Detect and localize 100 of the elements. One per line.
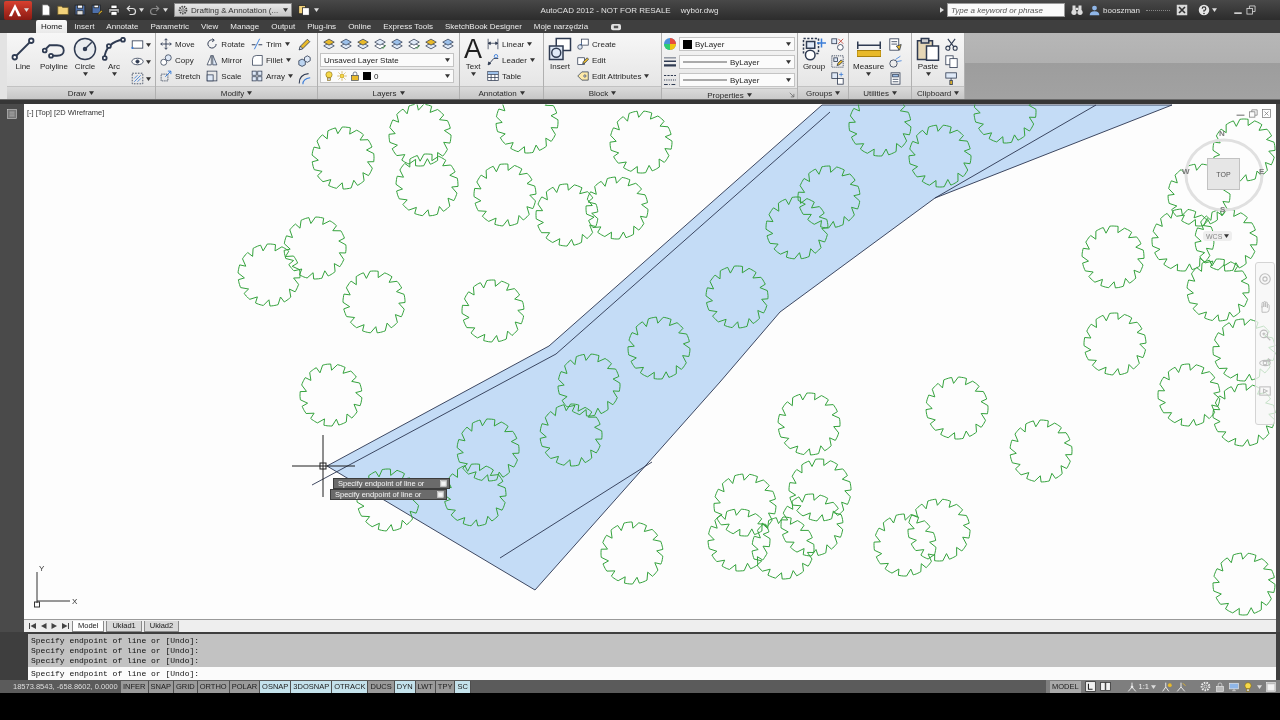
help-icon[interactable] <box>1198 4 1210 16</box>
panel-title-bar[interactable]: Annotation <box>460 86 543 99</box>
corner-arrow-icon[interactable] <box>789 92 795 98</box>
layer-stack-icon[interactable] <box>425 37 437 50</box>
search-field[interactable]: Type a keyword or phrase <box>947 3 1066 17</box>
linetype-dropdown[interactable]: ByLayer <box>679 73 795 87</box>
tool-button[interactable]: Arc <box>100 36 128 77</box>
ribbon-tab[interactable]: Output <box>266 20 301 33</box>
ribbon-tab[interactable]: Insert <box>69 20 100 33</box>
restore-icon[interactable] <box>1246 5 1256 15</box>
dashed-lines-icon[interactable] <box>664 74 676 86</box>
caret-right-icon[interactable] <box>940 7 945 13</box>
last-icon[interactable] <box>61 622 70 630</box>
user-name[interactable]: booszman <box>1103 5 1140 15</box>
caret-icon[interactable] <box>1212 8 1217 12</box>
tool-button[interactable]: Move <box>158 36 203 52</box>
ribbon-tab[interactable]: SketchBook Designer <box>439 20 527 33</box>
bulb-icon[interactable] <box>1243 681 1253 692</box>
panel-title-bar[interactable]: Draw <box>7 86 155 99</box>
tool-button[interactable]: Rotate <box>204 36 247 52</box>
caret-icon[interactable] <box>146 42 151 47</box>
save-icon[interactable] <box>74 4 86 16</box>
thick-lines-icon[interactable] <box>664 56 676 68</box>
ribbon-tab[interactable]: Manage <box>225 20 265 33</box>
lines-tile-icon[interactable] <box>7 109 17 119</box>
ribbon-tab[interactable]: Annotate <box>101 20 144 33</box>
layer-stack-icon[interactable] <box>323 37 335 50</box>
caret-icon[interactable] <box>163 8 168 12</box>
caret-icon[interactable] <box>146 76 151 81</box>
first-icon[interactable] <box>28 622 37 630</box>
tool-button[interactable]: Scale <box>204 68 247 84</box>
pencil-icon[interactable] <box>298 38 312 51</box>
scissors-icon[interactable] <box>945 38 958 51</box>
square-cross-circle-icon[interactable] <box>831 38 844 51</box>
previous-icon[interactable] <box>39 622 48 630</box>
tool-button[interactable]: Edit Attributes <box>575 68 652 84</box>
layer-state-dropdown[interactable]: Unsaved Layer State <box>320 53 454 67</box>
tool-button[interactable]: Polyline <box>38 36 70 72</box>
tool-button[interactable]: Copy <box>158 52 203 68</box>
lineweight-dropdown[interactable]: ByLayer <box>679 55 795 69</box>
save-as-icon[interactable] <box>91 4 103 16</box>
tool-button[interactable]: Insert <box>546 36 574 72</box>
calculator-icon[interactable] <box>889 72 903 85</box>
panel-title-bar[interactable]: Block <box>544 86 661 99</box>
padlock-icon[interactable] <box>1215 681 1225 692</box>
panel-title-bar[interactable]: Utilities <box>849 86 911 99</box>
close-icon[interactable] <box>1262 109 1271 118</box>
tool-button[interactable]: Array <box>248 68 296 84</box>
tool-button[interactable]: Table <box>485 68 537 84</box>
caret-icon[interactable] <box>314 8 319 12</box>
layer-stack-icon[interactable] <box>408 37 420 50</box>
tool-button[interactable]: Stretch <box>158 68 203 84</box>
panel-title-bar[interactable]: Layers <box>318 86 459 99</box>
folder-icon[interactable] <box>57 4 69 16</box>
hexagons-icon[interactable] <box>298 55 312 68</box>
layer-stack-icon[interactable] <box>442 37 454 50</box>
printer-icon[interactable] <box>108 4 120 16</box>
panel-title-bar[interactable]: Clipboard <box>912 86 965 99</box>
tool-button[interactable]: Line <box>9 36 37 72</box>
layer-dropdown[interactable]: 0 <box>320 69 454 83</box>
rectangle-icon[interactable] <box>131 38 144 51</box>
ribbon-tab[interactable]: Parametric <box>145 20 195 33</box>
color-dropdown[interactable]: ByLayer <box>679 37 795 51</box>
corner-box-icon[interactable] <box>1084 681 1096 692</box>
tool-button[interactable]: Trim <box>248 36 296 52</box>
caret-icon[interactable] <box>146 59 151 64</box>
tripod-dot-icon[interactable] <box>1162 681 1172 692</box>
x-tile-icon[interactable] <box>1176 4 1188 16</box>
undo-icon[interactable] <box>125 4 137 16</box>
paint-roller-icon[interactable] <box>945 72 958 85</box>
two-panels-icon[interactable] <box>1099 681 1111 692</box>
tripod-slash-icon[interactable] <box>1176 681 1186 692</box>
ribbon-tab[interactable]: Online <box>343 20 377 33</box>
dashed-box-pencil-icon[interactable] <box>831 55 844 68</box>
tool-button[interactable]: Leader <box>485 52 537 68</box>
circle-rays-icon[interactable] <box>889 55 903 68</box>
documents-icon[interactable] <box>298 4 310 16</box>
tool-button[interactable]: Linear <box>485 36 537 52</box>
monitor-icon[interactable] <box>1229 681 1239 692</box>
square-frame-icon[interactable] <box>1266 681 1276 692</box>
tool-button[interactable]: Paste <box>914 36 942 77</box>
copy-pages-icon[interactable] <box>945 55 958 68</box>
document-pointer-icon[interactable] <box>889 38 903 51</box>
panel-title-bar[interactable]: Groups <box>798 86 848 99</box>
panel-title-bar[interactable]: Modify <box>156 86 317 99</box>
tool-button[interactable]: Measure <box>851 36 887 77</box>
layer-stack-icon[interactable] <box>340 37 352 50</box>
tool-button[interactable]: Create <box>575 36 652 52</box>
color-wheel-icon[interactable] <box>664 38 676 50</box>
ribbon-tab[interactable]: Home <box>36 20 68 33</box>
parallel-curves-icon[interactable] <box>298 72 312 85</box>
next-icon[interactable] <box>50 622 59 630</box>
tool-button[interactable]: A Text <box>462 36 485 77</box>
redo-icon[interactable] <box>149 4 161 16</box>
layer-stack-icon[interactable] <box>357 37 369 50</box>
settings-icon[interactable] <box>1200 681 1211 692</box>
layer-stack-icon[interactable] <box>374 37 386 50</box>
tool-button[interactable]: Circle <box>71 36 99 77</box>
ribbon-tab[interactable]: Plug-ins <box>302 20 342 33</box>
ribbon-tab[interactable]: Moje narzędzia <box>528 20 594 33</box>
